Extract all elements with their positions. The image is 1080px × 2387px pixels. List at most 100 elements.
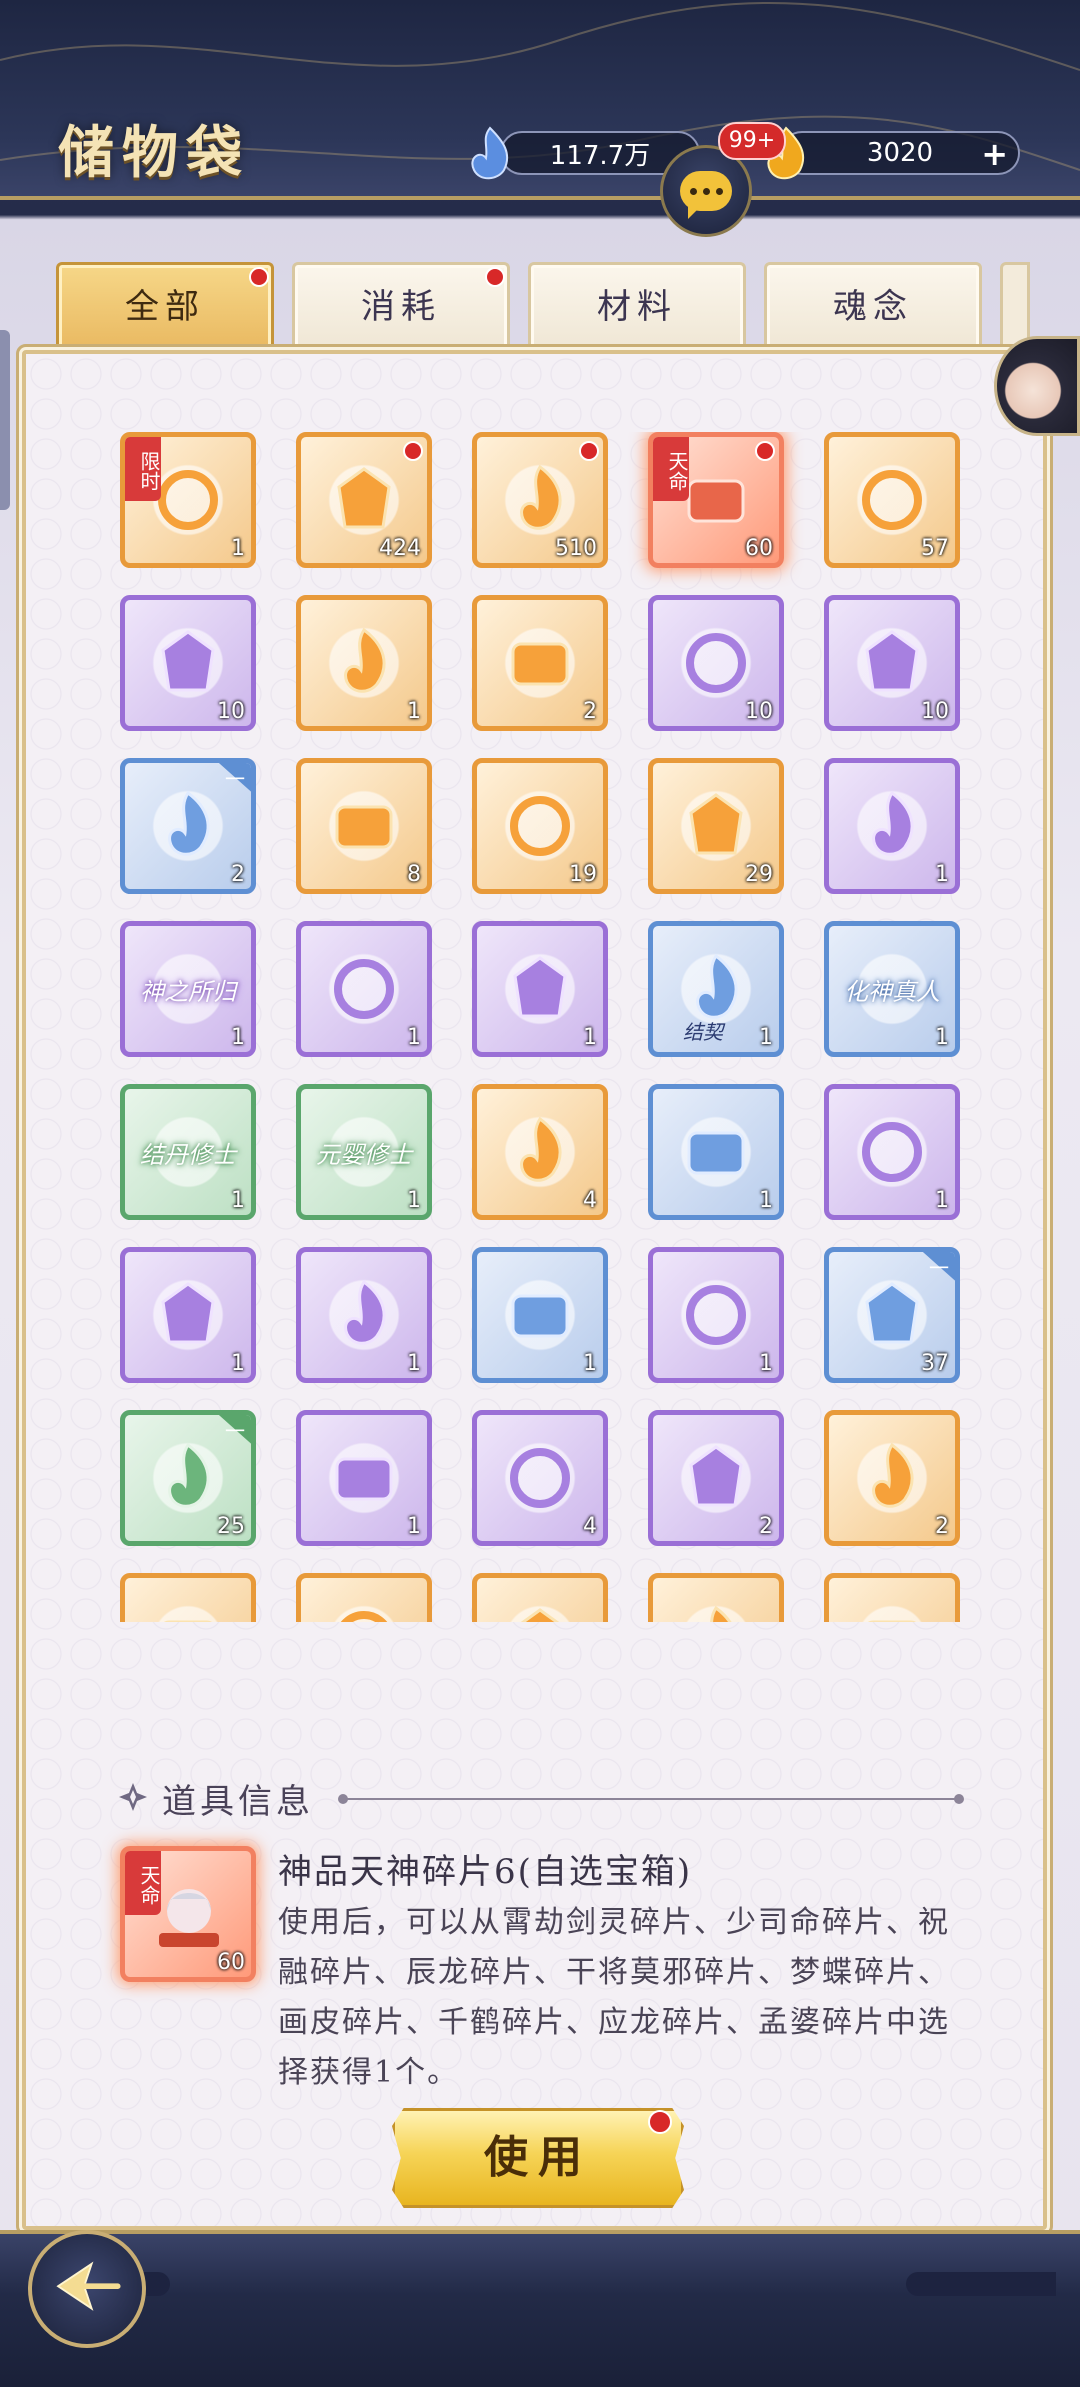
hero-chest-icon <box>335 805 393 849</box>
flower-pouch-icon <box>862 1122 922 1182</box>
inventory-slot[interactable]: 元婴修士 1 <box>296 1084 432 1220</box>
inventory-slot[interactable]: 化神真人 1 <box>824 921 960 1057</box>
tab-consumables[interactable]: 消耗 <box>292 262 510 352</box>
inventory-slot[interactable]: 一 25 <box>120 1410 256 1546</box>
notification-dot <box>579 441 599 461</box>
title-text: 结丹修士 <box>140 1141 236 1169</box>
inventory-slot[interactable]: 510 <box>472 432 608 568</box>
tab-label: 魂念 <box>833 287 913 327</box>
porcelain-bottle-icon <box>168 790 210 856</box>
title-text: 神之所归 <box>140 978 236 1006</box>
inventory-slot[interactable]: 1 <box>824 758 960 894</box>
chat-bubble-icon <box>680 171 732 219</box>
inventory-slot[interactable] <box>296 1573 432 1622</box>
item-count: 1 <box>759 1025 773 1050</box>
inventory-slot[interactable]: 2 <box>648 1410 784 1546</box>
purple-spirit-icon <box>161 630 215 692</box>
item-count: 57 <box>921 536 949 561</box>
item-info-header: 道具信息 <box>118 1774 964 1824</box>
inventory-slot[interactable]: 1 <box>296 1247 432 1383</box>
inventory-slot[interactable]: 29 <box>648 758 784 894</box>
inventory-slot[interactable]: 10 <box>648 595 784 731</box>
inventory-slot[interactable]: 1 <box>472 921 608 1057</box>
inventory-slot[interactable]: 天命 60 <box>648 432 784 568</box>
inventory-slot[interactable]: 神之所归 1 <box>120 921 256 1057</box>
purple-chest-icon <box>865 630 919 692</box>
fire-sword-icon <box>510 796 570 856</box>
spirit-pot-icon <box>689 1445 743 1507</box>
top-bar: 储物袋 117.7万 3020 + <box>0 0 1080 200</box>
inventory-slot[interactable]: 10 <box>824 595 960 731</box>
tab-materials[interactable]: 材料 <box>528 262 746 352</box>
inventory-slot[interactable]: 1 <box>472 1247 608 1383</box>
inventory-slot[interactable]: 1 <box>648 1084 784 1220</box>
selected-item-icon: 天命 60 <box>120 1846 256 1982</box>
item-count: 1 <box>407 1514 421 1539</box>
tab-all[interactable]: 全部 <box>56 262 274 352</box>
item-count: 2 <box>935 1514 949 1539</box>
inventory-slot[interactable] <box>648 1573 784 1622</box>
item-count: 2 <box>231 862 245 887</box>
partial-item-icon <box>710 1605 732 1622</box>
inventory-slot[interactable]: 19 <box>472 758 608 894</box>
item-count: 1 <box>407 1188 421 1213</box>
item-count: 1 <box>231 1351 245 1376</box>
add-currency-button[interactable]: + <box>981 138 1008 170</box>
inventory-slot[interactable]: 1 <box>120 1247 256 1383</box>
fate-tag: 天命 <box>125 1851 161 1915</box>
inventory-slot[interactable]: 57 <box>824 432 960 568</box>
inventory-slot[interactable]: 1 <box>648 1247 784 1383</box>
inventory-slot[interactable]: 2 <box>472 595 608 731</box>
back-button[interactable] <box>28 2230 146 2348</box>
inventory-slot[interactable]: 4 <box>472 1084 608 1220</box>
item-count: 1 <box>935 1188 949 1213</box>
inventory-slot[interactable]: 8 <box>296 758 432 894</box>
inventory-slot[interactable] <box>120 1573 256 1622</box>
inventory-slot[interactable]: 一 37 <box>824 1247 960 1383</box>
rank-label: 一 <box>225 767 245 791</box>
lightning-ring-icon <box>513 956 567 1018</box>
inventory-slot[interactable]: 结契 1 <box>648 921 784 1057</box>
rank-label: 一 <box>929 1256 949 1280</box>
inventory-slot[interactable]: 一2 <box>120 758 256 894</box>
item-tag: 天命 <box>653 437 689 501</box>
inventory-slot[interactable]: 4 <box>472 1410 608 1546</box>
item-count: 510 <box>555 536 597 561</box>
purple-chest-icon <box>686 633 746 693</box>
inventory-slot[interactable]: 424 <box>296 432 432 568</box>
red-charm-icon <box>872 1442 914 1508</box>
item-count: 4 <box>583 1188 597 1213</box>
currency-b-display: 3020 + <box>780 131 1020 175</box>
inventory-slot[interactable] <box>472 1573 608 1622</box>
inventory-slot[interactable]: 2 <box>824 1410 960 1546</box>
inventory-slot[interactable]: 1 <box>296 595 432 731</box>
jewel-box-icon <box>344 1279 386 1345</box>
inventory-slot[interactable]: 限时 1 <box>120 432 256 568</box>
inventory-slot[interactable]: 1 <box>296 921 432 1057</box>
item-count: 1 <box>231 1188 245 1213</box>
inventory-slot[interactable]: 10 <box>120 595 256 731</box>
notification-dot <box>249 267 269 287</box>
currency-b-value: 3020 <box>866 138 934 168</box>
inventory-slot[interactable]: 1 <box>296 1410 432 1546</box>
item-count: 1 <box>759 1188 773 1213</box>
item-grid[interactable]: 限时 1 424 510 天命 60 57 10 1 2 10 10 一 2 8 19 29 1 神之所归 1 1 1 结契… <box>120 432 960 1622</box>
inventory-slot[interactable] <box>824 1573 960 1622</box>
currency-a-value: 117.7万 <box>549 140 651 171</box>
notification-dot <box>755 441 775 461</box>
inventory-slot[interactable]: 结丹修士 1 <box>120 1084 256 1220</box>
tab-soul[interactable]: 魂念 <box>764 262 982 352</box>
item-name: 神品天神碎片6(自选宝箱) <box>278 1852 693 1892</box>
page-title: 储物袋 <box>58 120 250 186</box>
item-count: 1 <box>583 1351 597 1376</box>
npc-avatar[interactable] <box>994 336 1080 436</box>
notification-dot <box>485 267 505 287</box>
inventory-slot[interactable]: 1 <box>824 1084 960 1220</box>
item-description: 使用后，可以从霄劫剑灵碎片、少司命碎片、祝融碎片、辰龙碎片、干将莫邪碎片、梦蝶碎… <box>278 1905 950 2090</box>
use-button[interactable]: 使用 <box>392 2108 684 2208</box>
fire-ring-icon <box>686 1285 746 1345</box>
item-count: 1 <box>759 1351 773 1376</box>
item-count: 60 <box>745 536 773 561</box>
side-handle[interactable] <box>0 330 10 510</box>
item-count: 10 <box>745 699 773 724</box>
